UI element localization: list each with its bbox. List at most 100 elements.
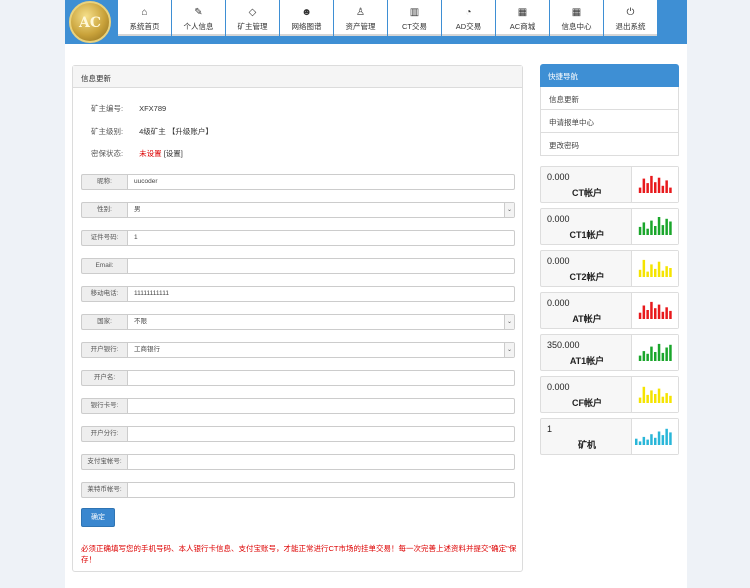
text-field[interactable]: 11111111111 xyxy=(127,286,515,302)
spark-bar xyxy=(638,355,642,361)
sparkline-chart xyxy=(631,209,678,244)
logo-text: AC xyxy=(78,15,101,31)
spark-bar xyxy=(661,225,665,235)
brand-logo[interactable]: AC xyxy=(69,1,111,43)
spark-bar xyxy=(654,352,657,361)
main-nav: ⌂ 系统首页 ✎ 个人信息 ◇ 矿主管理 ☻ 网络图谱 ♙ 资产管理 ▥ CT交易 ◔ AD交易 ▦ AC商城… xyxy=(118,0,658,36)
spark-bar xyxy=(635,438,638,445)
account-card: 1 矿机 xyxy=(540,418,679,455)
form-row: 证件号码: 1 xyxy=(81,230,515,246)
chevron-down-icon[interactable]: ⌄ xyxy=(504,343,514,357)
submit-button[interactable]: 确定 xyxy=(81,508,115,527)
select-field[interactable]: 不限 ⌄ xyxy=(127,314,515,330)
account-name: CF帐户 xyxy=(572,398,602,408)
field-label: 证件号码: xyxy=(81,230,127,246)
spark-bar xyxy=(657,431,661,445)
text-field[interactable] xyxy=(127,258,515,274)
nav-item-6[interactable]: ◔ AD交易 xyxy=(442,0,495,36)
spark-bar xyxy=(638,312,642,319)
miner-level-label: 矿主级别: xyxy=(91,127,124,136)
nav-item-8[interactable]: ▦ 信息中心 xyxy=(550,0,603,36)
nav-item-3[interactable]: ☻ 网络图谱 xyxy=(280,0,333,36)
spark-bar xyxy=(669,344,672,361)
spark-bar xyxy=(665,393,668,403)
spark-bar xyxy=(657,177,661,193)
nav-item-5[interactable]: ▥ CT交易 xyxy=(388,0,441,36)
nav-item-label: 系统首页 xyxy=(129,22,160,31)
nav-item-1[interactable]: ✎ 个人信息 xyxy=(172,0,225,36)
user-icon: ♙ xyxy=(356,7,365,18)
account-name: CT帐户 xyxy=(572,188,602,198)
guarantee-row: 密保状态: 未设置 [设置] xyxy=(91,148,183,159)
select-field[interactable]: 工商银行 ⌄ xyxy=(127,342,515,358)
field-value: 不限 xyxy=(134,318,147,325)
spark-bar xyxy=(661,270,665,277)
miner-level-value[interactable]: 4级矿主 【升级账户】 xyxy=(139,127,213,136)
spark-bar xyxy=(661,311,665,319)
field-label: 移动电话: xyxy=(81,286,127,302)
nav-item-label: 矿主管理 xyxy=(237,22,268,31)
spark-bar xyxy=(669,310,672,319)
text-field[interactable]: 1 xyxy=(127,230,515,246)
nav-item-label: 个人信息 xyxy=(183,22,214,31)
nav-item-2[interactable]: ◇ 矿主管理 xyxy=(226,0,279,36)
spark-bar xyxy=(650,264,653,277)
miner-id-label: 矿主编号: xyxy=(91,104,124,113)
spark-bar xyxy=(669,268,672,277)
spark-bar xyxy=(657,261,661,277)
field-label: 开户名: xyxy=(81,370,127,386)
chevron-down-icon[interactable]: ⌄ xyxy=(504,315,514,329)
quick-nav-link[interactable]: 申请报单中心 xyxy=(540,110,679,133)
text-field[interactable] xyxy=(127,370,515,386)
nav-item-4[interactable]: ♙ 资产管理 xyxy=(334,0,387,36)
spark-bar xyxy=(650,390,653,403)
account-name: CT1帐户 xyxy=(569,230,605,240)
calendar-icon: ▦ xyxy=(571,7,582,18)
field-label: 支付宝帐号: xyxy=(81,454,127,470)
nav-item-0[interactable]: ⌂ 系统首页 xyxy=(118,0,171,36)
spark-bar xyxy=(665,307,668,319)
chevron-down-icon[interactable]: ⌄ xyxy=(504,203,514,217)
field-value: uucoder xyxy=(134,178,158,185)
nav-item-label: AC商城 xyxy=(509,22,536,31)
dashboard-icon: ◔ xyxy=(465,7,472,18)
select-field[interactable]: 男 ⌄ xyxy=(127,202,515,218)
calendar-icon: ▦ xyxy=(517,7,528,18)
panel-title: 信息更新 xyxy=(73,66,522,88)
spark-bar xyxy=(661,352,665,361)
spark-bar xyxy=(638,269,642,277)
account-name: AT1帐户 xyxy=(569,356,605,366)
spark-bar xyxy=(669,432,672,445)
form-row: 移动电话: 11111111111 xyxy=(81,286,515,302)
spark-bar xyxy=(669,395,672,403)
text-field[interactable] xyxy=(127,398,515,414)
sparkline-chart xyxy=(631,293,678,328)
quick-nav-link[interactable]: 更改密码 xyxy=(540,133,679,156)
spark-bar xyxy=(665,428,668,445)
spark-bar xyxy=(650,220,653,235)
spark-bar xyxy=(654,182,657,193)
spark-bar xyxy=(661,435,665,445)
nav-item-7[interactable]: ▦ AC商城 xyxy=(496,0,549,36)
nav-item-label: 资产管理 xyxy=(345,22,376,31)
guarantee-set-link[interactable]: [设置] xyxy=(164,149,183,158)
field-value: 男 xyxy=(134,206,141,213)
nav-item-label: 退出系统 xyxy=(615,22,646,31)
spark-bar xyxy=(669,221,672,235)
text-field[interactable] xyxy=(127,482,515,498)
spark-bar xyxy=(657,304,661,319)
account-name: 矿机 xyxy=(577,440,596,450)
text-field[interactable] xyxy=(127,426,515,442)
spark-bar xyxy=(642,178,646,193)
spark-bar xyxy=(654,308,657,319)
spark-bar xyxy=(657,388,661,403)
nav-item-9[interactable]: ⏻ 退出系统 xyxy=(604,0,657,36)
account-name: CT2帐户 xyxy=(569,272,605,282)
text-field[interactable] xyxy=(127,454,515,470)
text-field[interactable]: uucoder xyxy=(127,174,515,190)
spark-bar xyxy=(642,386,646,403)
sparkline-chart xyxy=(631,377,678,412)
quick-nav-link[interactable]: 信息更新 xyxy=(540,87,679,110)
spark-bar xyxy=(638,226,642,235)
spark-bar xyxy=(642,222,646,235)
